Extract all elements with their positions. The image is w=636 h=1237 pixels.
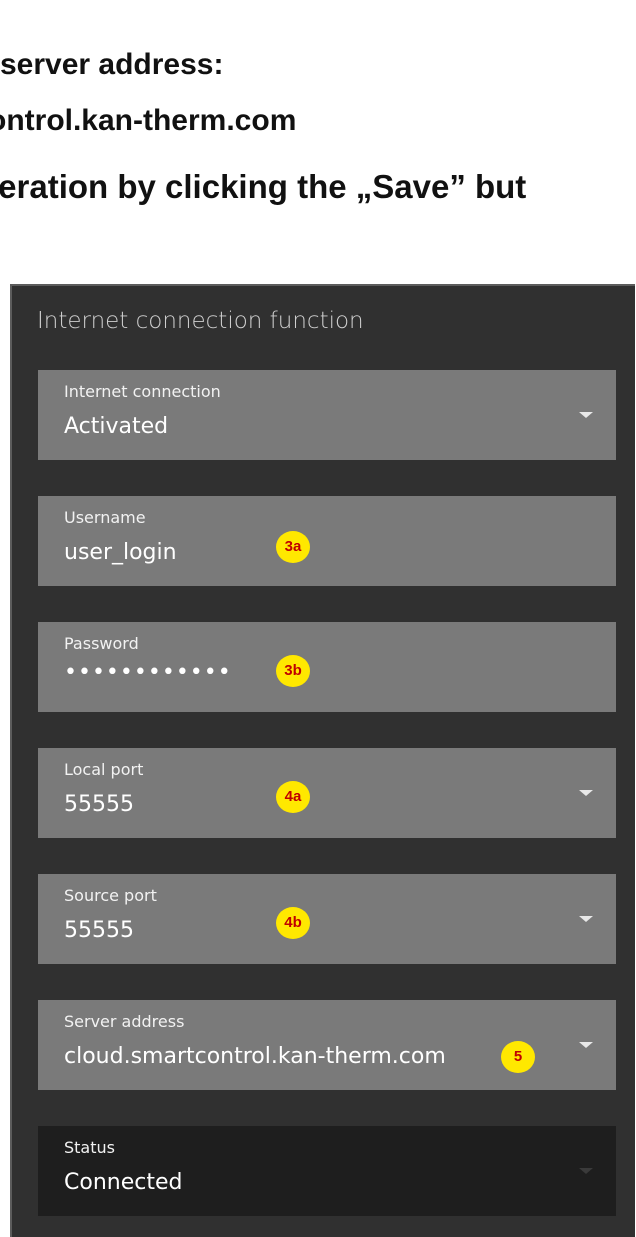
- instruction-server-url: ontrol.kan-therm.com: [0, 104, 297, 137]
- internet-connection-select[interactable]: Internet connection Activated: [38, 370, 616, 460]
- panel-title: Internet connection function: [37, 308, 364, 334]
- field-label: Local port: [64, 760, 144, 779]
- server-address-select[interactable]: Server address cloud.smartcontrol.kan-th…: [38, 1000, 616, 1090]
- chevron-down-icon: [579, 1168, 593, 1174]
- field-value: Connected: [64, 1170, 183, 1195]
- field-value: ••••••••••••: [64, 660, 232, 685]
- field-value: Activated: [64, 414, 169, 439]
- field-label: Server address: [64, 1012, 185, 1031]
- instruction-save: peration by clicking the „Save” but: [0, 168, 527, 205]
- callout-badge-3b: 3b: [276, 655, 310, 687]
- password-field[interactable]: Password •••••••••••• 3b: [38, 622, 616, 712]
- field-value: user_login: [64, 540, 177, 565]
- instruction-server-address: server address:: [0, 48, 224, 81]
- field-label: Status: [64, 1138, 115, 1157]
- username-field[interactable]: Username user_login 3a: [38, 496, 616, 586]
- chevron-down-icon[interactable]: [579, 790, 593, 796]
- field-label: Internet connection: [64, 382, 221, 401]
- field-value: 55555: [64, 792, 134, 817]
- field-label: Source port: [64, 886, 157, 905]
- chevron-down-icon[interactable]: [579, 1042, 593, 1048]
- field-label: Username: [64, 508, 146, 527]
- callout-badge-4b: 4b: [276, 907, 310, 939]
- field-value: 55555: [64, 918, 134, 943]
- field-label: Password: [64, 634, 139, 653]
- chevron-down-icon[interactable]: [579, 412, 593, 418]
- callout-badge-4a: 4a: [276, 781, 310, 813]
- field-value: cloud.smartcontrol.kan-therm.com: [64, 1044, 446, 1069]
- internet-connection-panel: Internet connection function Internet co…: [10, 284, 635, 1237]
- callout-badge-3a: 3a: [276, 531, 310, 563]
- local-port-select[interactable]: Local port 55555 4a: [38, 748, 616, 838]
- chevron-down-icon[interactable]: [579, 916, 593, 922]
- source-port-select[interactable]: Source port 55555 4b: [38, 874, 616, 964]
- status-field: Status Connected: [38, 1126, 616, 1216]
- callout-badge-5: 5: [501, 1041, 535, 1073]
